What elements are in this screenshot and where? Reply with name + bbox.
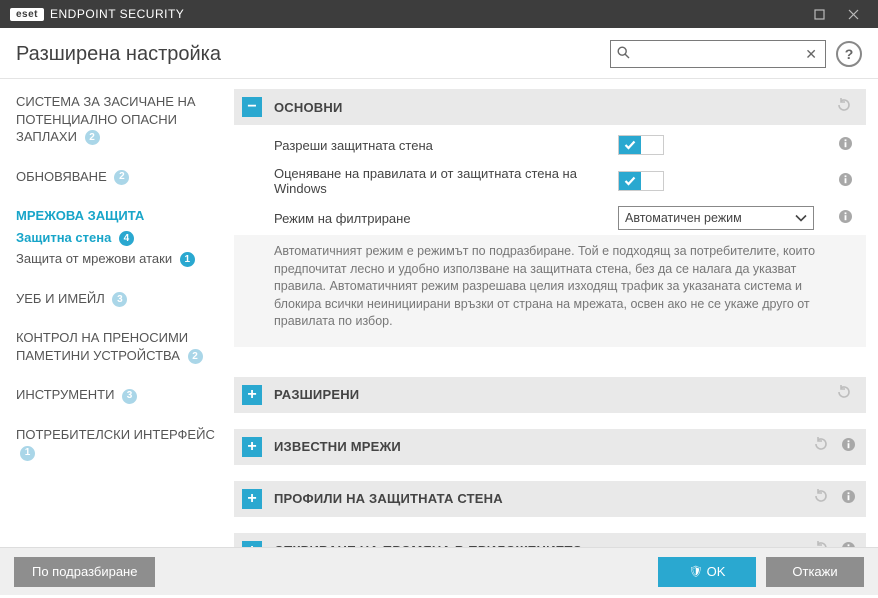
toggle-switch[interactable] <box>618 171 664 191</box>
sidebar-subitem[interactable]: Защитна стена 4 <box>16 225 222 247</box>
section-header[interactable]: + ОТКРИВАНЕ НА ПРОМЯНА В ПРИЛОЖЕНИЕТО <box>234 533 866 548</box>
sidebar-group: УЕБ И ИМЕЙЛ 3 <box>16 290 222 308</box>
setting-label: Разреши защитната стена <box>274 138 618 153</box>
badge: 1 <box>20 446 35 461</box>
badge: 1 <box>180 252 195 267</box>
sidebar-item[interactable]: ОБНОВЯВАНЕ 2 <box>16 168 222 186</box>
section-header[interactable]: + ПРОФИЛИ НА ЗАЩИТНАТА СТЕНА <box>234 481 866 517</box>
select-value: Автоматичен режим <box>625 211 795 225</box>
badge: 2 <box>188 349 203 364</box>
page-title: Разширена настройка <box>16 43 221 66</box>
help-button[interactable]: ? <box>836 41 862 67</box>
badge: 2 <box>114 170 129 185</box>
setting-description: Автоматичният режим е режимът по подразб… <box>234 235 866 347</box>
section-title: ПРОФИЛИ НА ЗАЩИТНАТА СТЕНА <box>274 491 503 506</box>
ok-button-label: OK <box>707 564 726 579</box>
info-icon[interactable] <box>841 437 856 457</box>
titlebar: eset ENDPOINT SECURITY <box>0 0 878 28</box>
collapse-icon[interactable]: − <box>242 97 262 117</box>
expand-icon[interactable]: + <box>242 385 262 405</box>
revert-icon[interactable] <box>813 488 829 509</box>
setting-row: Режим на филтриране Автоматичен режим <box>234 201 866 235</box>
shield-icon: 🛡 <box>689 565 703 578</box>
sidebar-item[interactable]: МРЕЖОВА ЗАЩИТА <box>16 207 222 225</box>
info-icon[interactable] <box>841 541 856 548</box>
window-close-button[interactable] <box>836 0 870 28</box>
search-input[interactable] <box>632 47 801 61</box>
default-button[interactable]: По подразбиране <box>14 557 155 587</box>
cancel-button[interactable]: Откажи <box>766 557 864 587</box>
revert-icon[interactable] <box>813 540 829 547</box>
window-maximize-button[interactable] <box>802 0 836 28</box>
sidebar-item[interactable]: ИНСТРУМЕНТИ 3 <box>16 386 222 404</box>
badge: 3 <box>112 292 127 307</box>
select-dropdown[interactable]: Автоматичен режим <box>618 206 814 230</box>
sidebar-group: КОНТРОЛ НА ПРЕНОСИМИ ПАМЕТИНИ УСТРОЙСТВА… <box>16 329 222 364</box>
setting-row: Разреши защитната стена <box>234 129 866 161</box>
toggle-switch[interactable] <box>618 135 664 155</box>
brand-name: ENDPOINT SECURITY <box>50 7 184 21</box>
expand-icon[interactable]: + <box>242 437 262 457</box>
info-icon[interactable] <box>838 136 853 154</box>
section-title: РАЗШИРЕНИ <box>274 387 359 402</box>
expand-icon[interactable]: + <box>242 489 262 509</box>
footer: По подразбиране 🛡 OK Откажи <box>0 547 878 595</box>
search-clear-icon[interactable]: ✕ <box>801 46 821 63</box>
sidebar-subitem[interactable]: Защита от мрежови атаки 1 <box>16 246 222 268</box>
brand-box: eset <box>10 8 44 21</box>
section-header[interactable]: + РАЗШИРЕНИ <box>234 377 866 413</box>
sidebar-group: СИСТЕМА ЗА ЗАСИЧАНЕ НА ПОТЕНЦИАЛНО ОПАСН… <box>16 93 222 146</box>
content-pane: −ОСНОВНИ Разреши защитната стена Оценяване… <box>232 79 878 547</box>
sidebar-item[interactable]: КОНТРОЛ НА ПРЕНОСИМИ ПАМЕТИНИ УСТРОЙСТВА… <box>16 329 222 364</box>
section-header[interactable]: −ОСНОВНИ <box>234 89 866 125</box>
chevron-down-icon <box>795 211 807 225</box>
section-header[interactable]: + ИЗВЕСТНИ МРЕЖИ <box>234 429 866 465</box>
section-title: ОСНОВНИ <box>274 100 343 115</box>
section-title: ОТКРИВАНЕ НА ПРОМЯНА В ПРИЛОЖЕНИЕТО <box>274 543 583 547</box>
search-icon <box>615 46 632 62</box>
sidebar-item[interactable]: СИСТЕМА ЗА ЗАСИЧАНЕ НА ПОТЕНЦИАЛНО ОПАСН… <box>16 93 222 146</box>
sidebar-group: ИНСТРУМЕНТИ 3 <box>16 386 222 404</box>
revert-icon[interactable] <box>836 384 852 405</box>
badge: 2 <box>85 130 100 145</box>
setting-label: Оценяване на правилата и от защитната ст… <box>274 166 618 196</box>
sidebar-group: ОБНОВЯВАНЕ 2 <box>16 168 222 186</box>
info-icon[interactable] <box>838 209 853 227</box>
section-title: ИЗВЕСТНИ МРЕЖИ <box>274 439 401 454</box>
ok-button[interactable]: 🛡 OK <box>658 557 756 587</box>
sidebar-item[interactable]: УЕБ И ИМЕЙЛ 3 <box>16 290 222 308</box>
setting-row: Оценяване на правилата и от защитната ст… <box>234 161 866 201</box>
search-input-wrap[interactable]: ✕ <box>610 40 826 68</box>
sidebar-group: ПОТРЕБИТЕЛСКИ ИНТЕРФЕЙС 1 <box>16 426 222 461</box>
revert-icon[interactable] <box>813 436 829 457</box>
setting-label: Режим на филтриране <box>274 211 618 226</box>
info-icon[interactable] <box>838 172 853 190</box>
expand-icon[interactable]: + <box>242 541 262 548</box>
sidebar-item[interactable]: ПОТРЕБИТЕЛСКИ ИНТЕРФЕЙС 1 <box>16 426 222 461</box>
header: Разширена настройка ✕ ? <box>0 28 878 79</box>
badge: 3 <box>122 389 137 404</box>
badge: 4 <box>119 231 134 246</box>
sidebar-group: МРЕЖОВА ЗАЩИТАЗащитна стена 4Защита от м… <box>16 207 222 268</box>
info-icon[interactable] <box>841 489 856 509</box>
sidebar: СИСТЕМА ЗА ЗАСИЧАНЕ НА ПОТЕНЦИАЛНО ОПАСН… <box>0 79 232 547</box>
revert-icon[interactable] <box>836 97 852 118</box>
